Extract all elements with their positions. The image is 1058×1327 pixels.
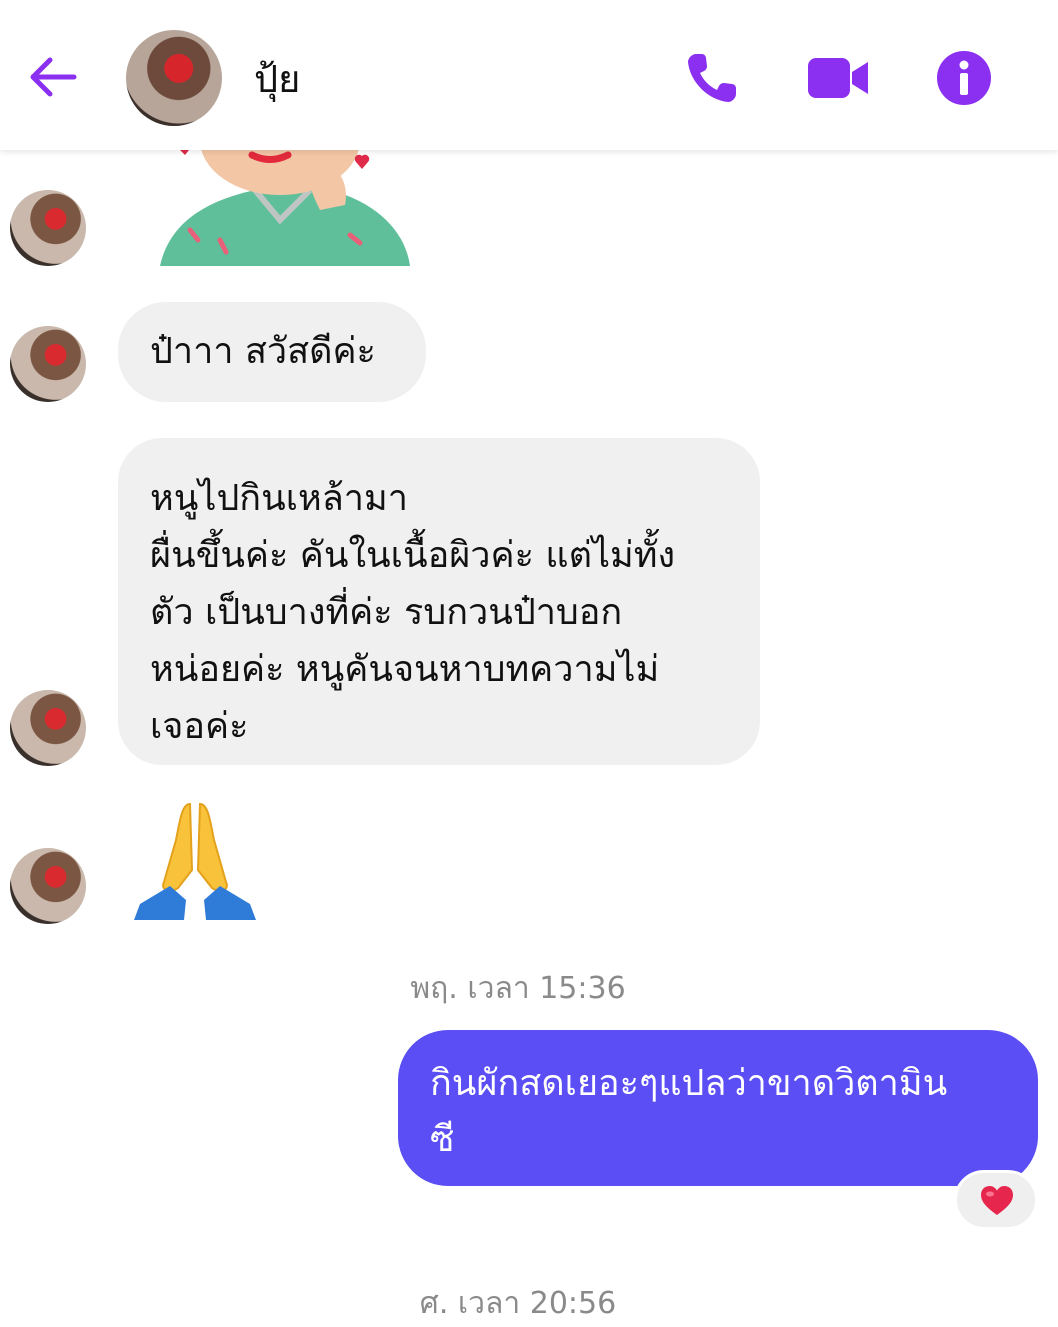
info-icon bbox=[937, 51, 991, 105]
timestamp-divider: พฤ. เวลา 15:36 bbox=[410, 971, 626, 1006]
chat-header: ปุ้ย bbox=[0, 0, 1058, 150]
folded-hands-icon bbox=[134, 802, 256, 920]
arrow-left-icon bbox=[30, 57, 77, 97]
video-camera-icon bbox=[808, 58, 868, 98]
sender-avatar[interactable] bbox=[10, 690, 86, 766]
video-call-button[interactable] bbox=[806, 48, 868, 108]
sender-avatar[interactable] bbox=[10, 326, 86, 402]
contact-name[interactable]: ปุ้ย bbox=[254, 54, 300, 104]
call-button[interactable] bbox=[682, 48, 742, 108]
sender-avatar[interactable] bbox=[10, 190, 86, 266]
phone-icon bbox=[688, 54, 736, 102]
info-button[interactable] bbox=[934, 48, 994, 108]
reaction-badge[interactable] bbox=[954, 1170, 1038, 1230]
incoming-message[interactable]: ป๋าาา สวัสดีค่ะ bbox=[118, 302, 426, 402]
sender-avatar[interactable] bbox=[10, 848, 86, 924]
timestamp-divider: ศ. เวลา 20:56 bbox=[419, 1286, 617, 1321]
back-button[interactable] bbox=[24, 48, 82, 106]
contact-avatar[interactable] bbox=[126, 30, 222, 126]
sticker-image[interactable] bbox=[160, 150, 410, 266]
heart-icon bbox=[981, 1186, 1013, 1215]
pray-emoji-message[interactable] bbox=[130, 800, 260, 924]
outgoing-message[interactable]: กินผักสดเยอะๆแปลว่าขาดวิตามิน ซี bbox=[398, 1030, 1038, 1186]
incoming-message[interactable]: หนูไปกินเหล้ามา ผื่นขึ้นค่ะ คันในเนื้อผิ… bbox=[118, 438, 760, 765]
